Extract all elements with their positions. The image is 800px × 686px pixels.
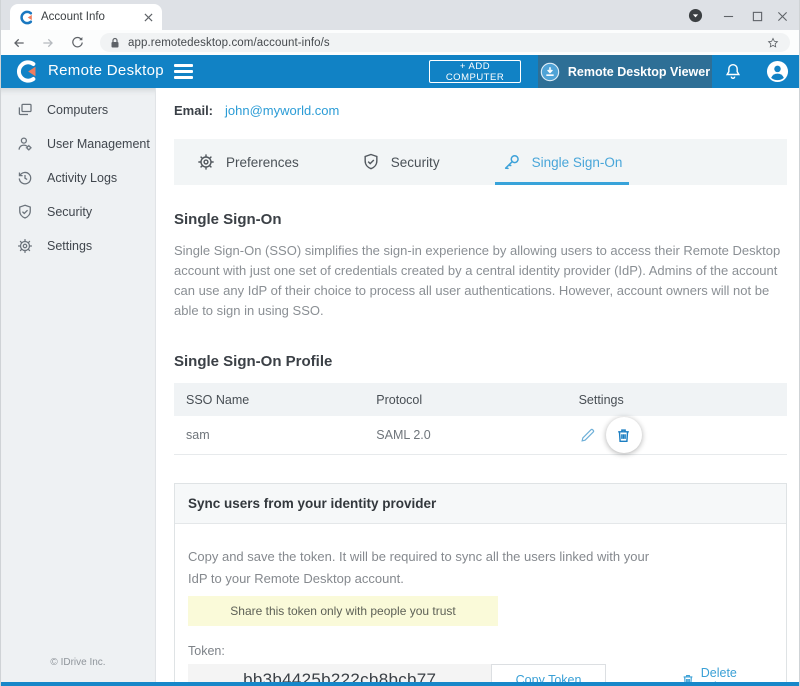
gear-icon <box>196 152 216 172</box>
token-value: bb3b4425b222cb8bcb77 <box>188 664 491 682</box>
shield-icon <box>16 203 34 221</box>
sidebar-item-label: Activity Logs <box>47 171 117 185</box>
sso-profile-title: Single Sign-On Profile <box>174 353 787 370</box>
remote-desktop-logo-icon <box>14 59 39 89</box>
sync-users-panel: Sync users from your identity provider C… <box>174 483 787 682</box>
account-avatar-icon[interactable] <box>766 60 789 88</box>
window-maximize-icon[interactable] <box>749 8 765 24</box>
sidebar-item-security[interactable]: Security <box>1 195 155 229</box>
window-bottom-edge <box>1 682 799 686</box>
sidebar-item-label: Security <box>47 205 92 219</box>
trash-icon <box>681 673 695 682</box>
refresh-icon[interactable] <box>68 34 86 52</box>
cell-protocol: SAML 2.0 <box>376 416 578 455</box>
email-row: Email: john@myworld.com <box>174 103 787 118</box>
viewer-label: Remote Desktop Viewer <box>568 65 710 79</box>
back-icon[interactable] <box>10 34 28 52</box>
window-close-icon[interactable] <box>774 8 790 24</box>
key-icon <box>502 152 522 172</box>
email-link[interactable]: john@myworld.com <box>225 103 339 118</box>
sso-section-title: Single Sign-On <box>174 211 787 228</box>
forward-icon[interactable] <box>39 34 57 52</box>
table-header-row: SSO Name Protocol Settings <box>174 383 787 416</box>
sidebar-item-computers[interactable]: Computers <box>1 93 155 127</box>
sidebar-item-user-management[interactable]: User Management <box>1 127 155 161</box>
delete-trash-icon[interactable] <box>606 417 642 453</box>
token-label: Token: <box>188 644 773 658</box>
tab-security[interactable]: Security <box>361 139 440 185</box>
shield-icon <box>361 152 381 172</box>
menu-icon[interactable] <box>174 64 193 79</box>
tab-label: Single Sign-On <box>532 155 623 170</box>
sidebar-item-activity-logs[interactable]: Activity Logs <box>1 161 155 195</box>
browser-tabstrip: Account Info <box>1 0 799 30</box>
column-header-settings: Settings <box>579 383 787 416</box>
lock-icon <box>110 37 120 49</box>
sidebar: Computers User Management Activity Logs … <box>1 88 156 682</box>
remote-desktop-viewer-button[interactable]: Remote Desktop Viewer <box>538 55 712 88</box>
tab-label: Preferences <box>226 155 299 170</box>
main-content: Email: john@myworld.com Preferences Secu… <box>156 88 799 682</box>
delete-token-label: Delete Token <box>701 666 773 682</box>
app-header: Remote Desktop + ADD COMPUTER Remote Des… <box>1 55 799 88</box>
brand-title: Remote Desktop <box>48 62 164 79</box>
email-label: Email: <box>174 103 213 118</box>
tab-title: Account Info <box>41 11 137 23</box>
account-tabs: Preferences Security Single Sign-On <box>174 139 787 185</box>
cell-settings <box>579 416 787 454</box>
notifications-bell-icon[interactable] <box>723 61 743 87</box>
browser-window: Account Info <box>0 0 800 686</box>
tab-preferences[interactable]: Preferences <box>196 139 299 185</box>
site-favicon <box>19 10 34 25</box>
add-computer-button[interactable]: + ADD COMPUTER <box>429 60 521 83</box>
browser-toolbar: app.remotedesktop.com/account-info/s <box>1 30 799 55</box>
edit-pencil-icon[interactable] <box>579 426 597 444</box>
download-icon <box>540 62 560 82</box>
sso-description: Single Sign-On (SSO) simplifies the sign… <box>174 241 787 321</box>
sidebar-item-label: Computers <box>47 103 108 117</box>
sidebar-item-label: Settings <box>47 239 92 253</box>
sync-description: Copy and save the token. It will be requ… <box>188 546 668 590</box>
url-text: app.remotedesktop.com/account-info/s <box>128 37 758 49</box>
table-row: sam SAML 2.0 <box>174 416 787 455</box>
activity-logs-icon <box>16 169 34 187</box>
sidebar-item-label: User Management <box>47 137 150 151</box>
bookmark-star-icon[interactable] <box>766 36 780 50</box>
copy-token-button[interactable]: Copy Token <box>491 664 605 682</box>
cell-sso-name: sam <box>174 416 376 455</box>
sso-profile-table: SSO Name Protocol Settings sam SAML 2.0 <box>174 383 787 455</box>
sync-panel-body: Copy and save the token. It will be requ… <box>175 524 786 682</box>
window-minimize-icon[interactable] <box>720 8 736 24</box>
token-warning-note: Share this token only with people you tr… <box>188 596 498 626</box>
token-row: bb3b4425b222cb8bcb77 Copy Token Delete T… <box>188 664 773 682</box>
computers-icon <box>16 101 34 119</box>
copyright-text: © IDrive Inc. <box>1 657 155 668</box>
column-header-sso-name: SSO Name <box>174 383 376 416</box>
browser-tab[interactable]: Account Info <box>10 4 162 30</box>
tab-single-sign-on[interactable]: Single Sign-On <box>502 139 623 185</box>
sidebar-item-settings[interactable]: Settings <box>1 229 155 263</box>
url-bar[interactable]: app.remotedesktop.com/account-info/s <box>100 33 790 52</box>
user-management-icon <box>16 135 34 153</box>
sync-panel-title: Sync users from your identity provider <box>175 484 786 524</box>
browser-profile-icon[interactable] <box>687 7 703 23</box>
tab-close-icon[interactable] <box>144 13 153 22</box>
tab-label: Security <box>391 155 440 170</box>
column-header-protocol: Protocol <box>376 383 578 416</box>
gear-icon <box>16 237 34 255</box>
delete-token-button[interactable]: Delete Token <box>681 664 773 682</box>
